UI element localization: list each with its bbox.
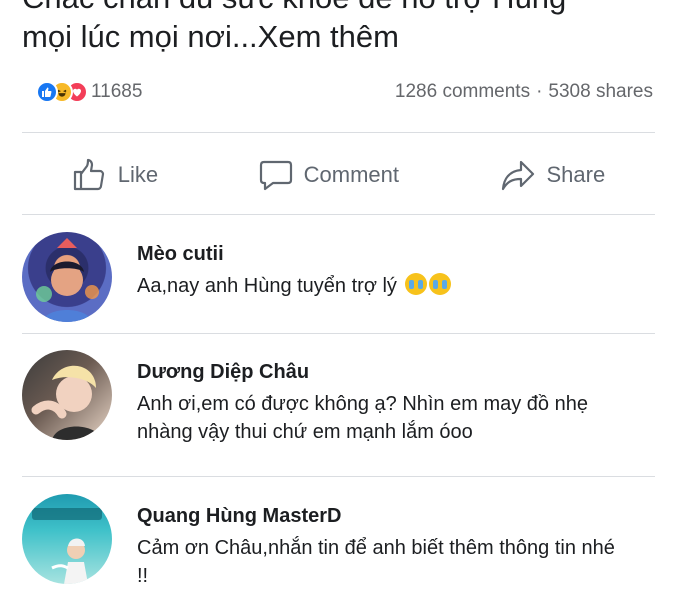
avatar[interactable] xyxy=(22,494,112,584)
divider xyxy=(22,333,655,334)
comment-label: Comment xyxy=(303,162,399,187)
crying-emoji-icon xyxy=(404,273,427,295)
post-text-line-1: Chắc chắn đủ sức khỏe để hỗ trợ Hùng xyxy=(22,0,662,17)
share-arrow-icon xyxy=(501,160,534,191)
comment-author[interactable]: Dương Diệp Châu xyxy=(137,358,617,386)
comment-item: Dương Diệp Châu Anh ơi,em có được không … xyxy=(22,350,655,446)
like-button[interactable]: Like xyxy=(72,157,158,193)
comment-text: Aa,nay anh Hùng tuyển trợ lý xyxy=(137,272,617,300)
avatar[interactable] xyxy=(22,232,112,322)
comment-item: Mèo cutii Aa,nay anh Hùng tuyển trợ lý xyxy=(22,232,655,322)
comment-text-content: Aa,nay anh Hùng tuyển trợ lý xyxy=(137,275,397,297)
divider xyxy=(22,214,655,215)
engagement-counts: 1286 comments · 5308 shares xyxy=(395,81,653,103)
like-label: Like xyxy=(117,162,159,187)
separator-dot: · xyxy=(536,81,543,102)
comment-button[interactable]: Comment xyxy=(258,157,399,193)
crying-emoji-icon xyxy=(428,273,451,295)
comment-bubble-icon xyxy=(259,160,292,191)
post-text-content: mọi lúc mọi nơi... xyxy=(22,19,258,54)
share-label: Share xyxy=(546,162,606,187)
see-more-link[interactable]: Xem thêm xyxy=(258,19,399,54)
comment-body: Mèo cutii Aa,nay anh Hùng tuyển trợ lý xyxy=(137,232,617,322)
divider xyxy=(22,476,655,477)
comments-count[interactable]: 1286 comments xyxy=(395,81,530,103)
comment-author[interactable]: Mèo cutii xyxy=(137,240,617,268)
reaction-count: 11685 xyxy=(91,81,143,102)
post-text: Chắc chắn đủ sức khỏe để hỗ trợ Hùng mọi… xyxy=(22,0,662,56)
share-button[interactable]: Share xyxy=(499,157,606,193)
comment-text: Anh ơi,em có được không ạ? Nhìn em may đ… xyxy=(137,393,588,443)
post-text-line-2: mọi lúc mọi nơi...Xem thêm xyxy=(22,17,662,56)
action-bar: Like Comment Share xyxy=(22,140,655,210)
divider xyxy=(22,132,655,133)
avatar[interactable] xyxy=(22,350,112,440)
comment-body: Quang Hùng MasterD Cảm ơn Châu,nhắn tin … xyxy=(137,494,617,590)
comment-author[interactable]: Quang Hùng MasterD xyxy=(137,502,617,530)
comment-body: Dương Diệp Châu Anh ơi,em có được không … xyxy=(137,350,617,446)
reactions-summary[interactable]: 11685 xyxy=(36,81,142,103)
shares-count[interactable]: 5308 shares xyxy=(548,81,653,103)
comment-item: Quang Hùng MasterD Cảm ơn Châu,nhắn tin … xyxy=(22,494,655,590)
reaction-icons xyxy=(36,81,88,103)
comment-text: Cảm ơn Châu,nhắn tin để anh biết thêm th… xyxy=(137,537,615,587)
thumbs-up-icon xyxy=(73,158,104,191)
like-icon xyxy=(36,81,58,103)
reaction-summary-bar: 11685 1286 comments · 5308 shares xyxy=(36,78,653,106)
